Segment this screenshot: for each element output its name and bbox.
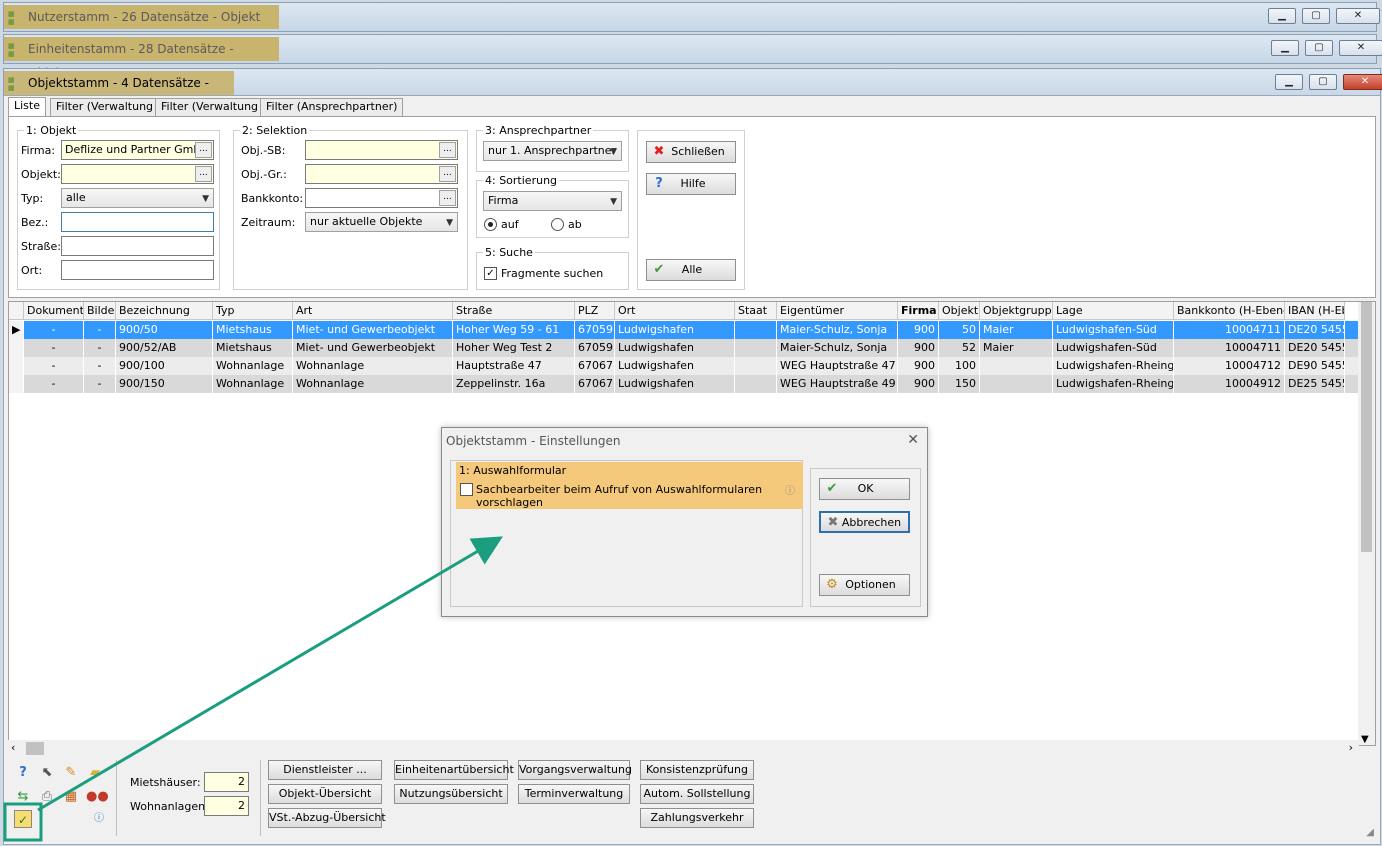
annotation-arrow: [3, 536, 503, 842]
